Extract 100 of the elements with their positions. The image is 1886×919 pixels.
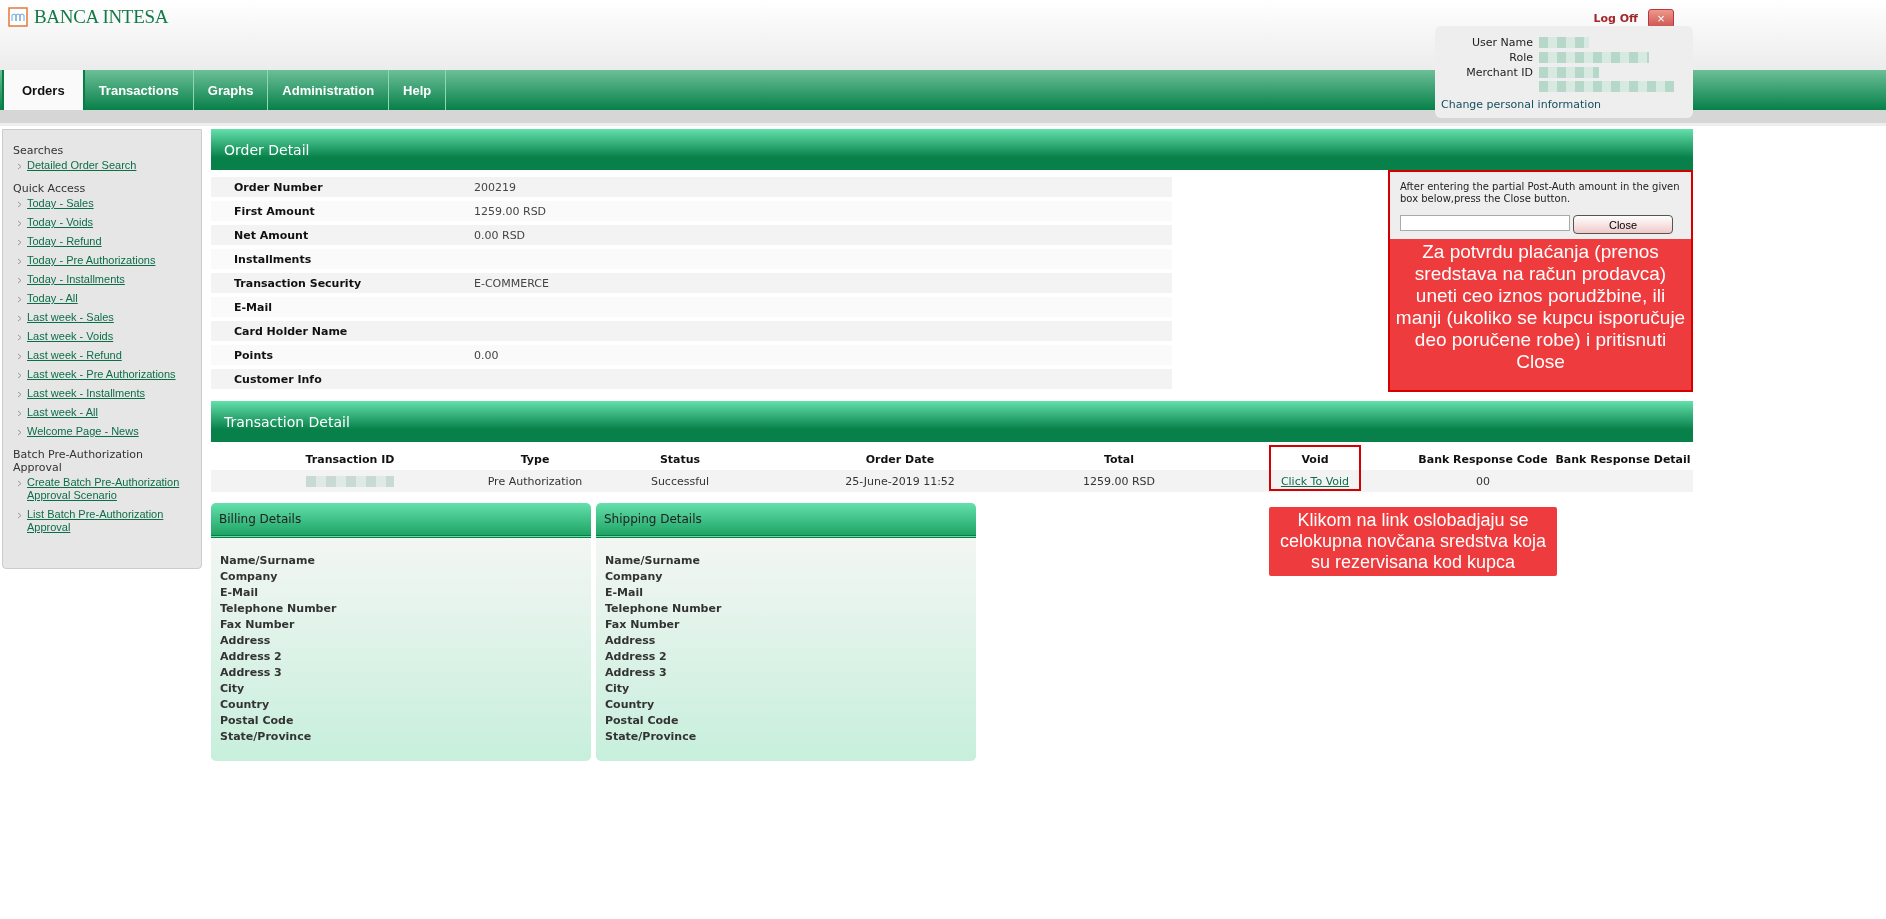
bank-logo-text: BANCA INTESA	[34, 6, 169, 28]
field-label: Address	[605, 633, 657, 649]
detail-label: First Amount	[233, 204, 316, 218]
sidebar-link[interactable]: Last week - Refund	[27, 349, 122, 362]
bullet-icon	[17, 277, 22, 284]
log-off-link[interactable]: Log Off	[1593, 12, 1638, 25]
field-label: E-Mail	[605, 585, 644, 601]
field-label: Name/Surname	[605, 553, 701, 569]
bullet-icon	[17, 163, 22, 170]
detail-label: Installments	[233, 252, 313, 266]
sidebar-link[interactable]: Today - Refund	[27, 235, 102, 248]
sidebar-section-title: Quick Access	[13, 182, 87, 195]
field-label: Telephone Number	[605, 601, 723, 617]
field-label: Company	[605, 569, 664, 585]
detail-label: Customer Info	[233, 372, 323, 386]
column-header: Status	[659, 452, 701, 466]
sidebar-link[interactable]: Detailed Order Search	[27, 159, 137, 172]
bullet-icon	[17, 480, 22, 487]
field-label: Address	[220, 633, 272, 649]
user-field-label: Merchant ID	[1465, 66, 1533, 79]
sidebar-link[interactable]: Create Batch Pre-Authorization Approval Scenario	[27, 476, 191, 502]
close-button[interactable]: Close	[1573, 215, 1673, 234]
field-label: Postal Code	[605, 713, 680, 729]
bullet-icon	[17, 315, 22, 322]
bullet-icon	[17, 296, 22, 303]
sidebar-link[interactable]: Last week - Pre Authorizations	[27, 368, 176, 381]
detail-value: 0.00 RSD	[474, 228, 526, 242]
field-label: State/Province	[220, 729, 313, 745]
sidebar-link[interactable]: Welcome Page - News	[27, 425, 139, 438]
void-link[interactable]: Click To Void	[1280, 474, 1350, 488]
column-header: Order Date	[865, 452, 935, 466]
bullet-icon	[17, 353, 22, 360]
bank-logo-icon	[8, 7, 28, 27]
bullet-icon	[17, 220, 22, 227]
sidebar-link[interactable]: Today - Installments	[27, 273, 125, 286]
field-label: Fax Number	[220, 617, 296, 633]
field-label: Fax Number	[605, 617, 681, 633]
sidebar-section-title: Batch Pre-Authorization Approval	[13, 448, 144, 474]
bullet-icon	[17, 258, 22, 265]
user-field-label: Role	[1508, 51, 1533, 64]
field-label: Postal Code	[220, 713, 295, 729]
table-cell: 25-June-2019 11:52	[845, 474, 955, 488]
detail-label: Transaction Security	[233, 276, 363, 290]
redacted-value	[1539, 37, 1589, 48]
field-label: City	[605, 681, 631, 697]
detail-value: E-COMMERCE	[474, 276, 549, 290]
field-label: Telephone Number	[220, 601, 338, 617]
sidebar-link[interactable]: Last week - Installments	[27, 387, 145, 400]
sidebar-link[interactable]: Today - All	[27, 292, 78, 305]
sidebar-link[interactable]: Last week - Sales	[27, 311, 114, 324]
user-field-label: User Name	[1470, 36, 1533, 49]
field-label: State/Province	[605, 729, 698, 745]
bullet-icon	[17, 239, 22, 246]
bullet-icon	[17, 512, 22, 519]
sidebar-link[interactable]: Today - Pre Authorizations	[27, 254, 156, 267]
detail-label: Card Holder Name	[233, 324, 349, 338]
redacted-value	[1539, 67, 1599, 78]
detail-label: Points	[233, 348, 275, 362]
column-header: Transaction ID	[305, 452, 395, 466]
detail-value: 1259.00 RSD	[474, 204, 547, 218]
section-header: Order Detail	[211, 129, 1693, 170]
sidebar-link[interactable]: List Batch Pre-Authorization Approval	[27, 508, 191, 534]
detail-label: Order Number	[233, 180, 324, 194]
detail-value: 0.00	[474, 348, 499, 362]
table-cell: 1259.00 RSD	[1082, 474, 1156, 488]
detail-value: 200219	[474, 180, 516, 194]
annotation-note: Klikom na link oslobadjaju se celokupna novčana sredstva koja su rezervisana kod kupca	[1269, 507, 1557, 576]
bullet-icon	[17, 391, 22, 398]
panel-header: Shipping Details	[596, 503, 976, 538]
column-header: Void	[1301, 452, 1329, 466]
sidebar-link[interactable]: Today - Sales	[27, 197, 94, 210]
field-label: Address 3	[605, 665, 668, 681]
column-header: Type	[520, 452, 550, 466]
field-label: Address 2	[605, 649, 668, 665]
sidebar-section-title: Searches	[13, 144, 65, 157]
field-label: Company	[220, 569, 279, 585]
field-label: Address 3	[220, 665, 283, 681]
sidebar-link[interactable]: Last week - All	[27, 406, 98, 419]
field-label: Address 2	[220, 649, 283, 665]
bullet-icon	[17, 429, 22, 436]
table-cell: Successful	[650, 474, 710, 488]
bullet-icon	[17, 410, 22, 417]
field-label: Country	[605, 697, 656, 713]
nav-tab[interactable]: Orders	[2, 70, 85, 110]
table-cell: 00	[1476, 474, 1490, 488]
field-label: City	[220, 681, 246, 697]
panel-header: Billing Details	[211, 503, 591, 538]
change-personal-info-link[interactable]: Change personal information	[1441, 98, 1687, 111]
detail-label: Net Amount	[233, 228, 310, 242]
column-header: Total	[1103, 452, 1135, 466]
amount-input-field[interactable]	[1400, 215, 1570, 231]
column-header: Bank Response Detail	[1555, 452, 1691, 466]
field-label: Name/Surname	[220, 553, 316, 569]
instruction-text: After entering the partial Post-Auth amount in the given box below,press the Close button.	[1400, 181, 1681, 205]
field-label: E-Mail	[220, 585, 259, 601]
sidebar-link[interactable]: Last week - Voids	[27, 330, 114, 343]
bullet-icon	[17, 334, 22, 341]
sidebar-link[interactable]: Today - Voids	[27, 216, 94, 229]
field-label: Country	[220, 697, 271, 713]
bullet-icon	[17, 372, 22, 379]
